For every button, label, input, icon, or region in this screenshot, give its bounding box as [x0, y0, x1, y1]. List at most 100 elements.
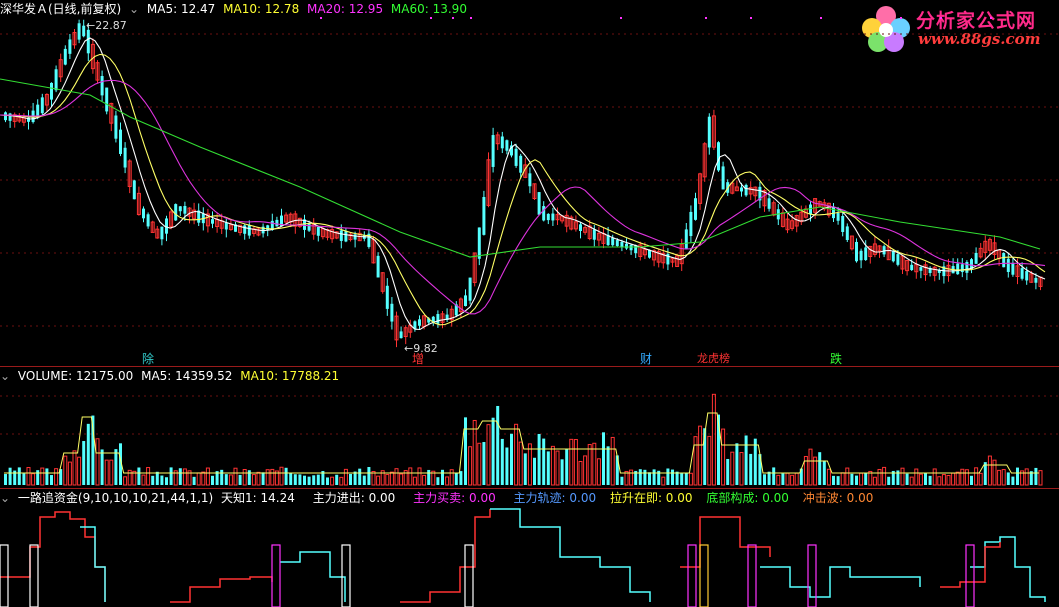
candle: [841, 216, 845, 232]
candle: [740, 187, 743, 192]
candle: [482, 196, 486, 235]
volume-header: ⌄ VOLUME: 12175.00 MA5: 14359.52 MA10: 1…: [0, 368, 343, 384]
candle: [390, 303, 394, 322]
signal-marker: [29, 544, 39, 607]
volume-chart[interactable]: [0, 383, 1059, 488]
volume-bar: [978, 472, 983, 486]
volume-bar: [40, 467, 45, 486]
signal-marker: [271, 544, 281, 607]
volume-bar: [265, 469, 270, 486]
volume-bar: [836, 476, 840, 485]
volume-bar: [155, 471, 159, 485]
ma10-label: MA10: 12.78: [223, 2, 300, 16]
event-marker[interactable]: 增: [412, 352, 424, 366]
volume-bar: [82, 441, 86, 485]
volume-bar: [542, 438, 546, 485]
volume-bar: [794, 472, 799, 486]
signal-dot: [900, 17, 902, 19]
volume-bar: [772, 467, 776, 485]
volume-bar: [859, 472, 864, 486]
volume-bar: [67, 461, 72, 486]
volume-bar: [550, 445, 555, 486]
volume-bar: [141, 474, 146, 486]
volume-bar: [688, 472, 693, 486]
candle: [247, 225, 251, 236]
volume-bar: [228, 474, 233, 486]
stock-title: 深华发Ａ(日线,前复权): [0, 2, 122, 16]
volume-bar: [412, 476, 417, 486]
volume-bar: [707, 435, 712, 486]
candle: [86, 29, 90, 54]
volume-bar: [114, 449, 118, 485]
volume-bar: [711, 393, 716, 486]
candle: [910, 264, 914, 271]
indicator-line: [940, 542, 1001, 588]
indicator-header: ⌄ 一路追资金(9,10,10,10,21,44,1,1) 天知1: 14.24…: [0, 490, 877, 506]
volume-bar: [855, 475, 858, 485]
volume-bar: [4, 474, 7, 485]
volume-bar: [877, 468, 882, 486]
volume-bar: [289, 473, 293, 485]
candle: [224, 222, 228, 230]
volume-bar: [303, 475, 306, 485]
signal-dot: [750, 17, 752, 19]
event-marker[interactable]: 跌: [830, 352, 842, 366]
volume-bar: [900, 467, 905, 486]
volume-bar: [279, 466, 284, 486]
volume-bar: [970, 475, 973, 485]
volume-bar: [316, 474, 320, 485]
price-chart[interactable]: [0, 17, 1059, 367]
collapse-icon[interactable]: ⌄: [0, 369, 10, 383]
candle: [717, 142, 720, 171]
ma10-line: [0, 53, 1046, 326]
volume-ma5: MA5: 14359.52: [141, 369, 233, 383]
volume-bar: [385, 473, 390, 486]
event-marker[interactable]: 财: [640, 352, 652, 366]
volume-bar: [1006, 472, 1010, 485]
indicator-line: [170, 576, 273, 603]
volume-bar: [514, 423, 519, 486]
candle: [477, 227, 481, 259]
event-marker[interactable]: 除: [142, 352, 154, 366]
volume-bar: [652, 469, 656, 485]
volume-bar: [500, 438, 504, 485]
volume-bar: [629, 469, 634, 486]
candle: [1020, 268, 1024, 279]
volume-bar: [730, 451, 735, 486]
volume-bar: [1001, 469, 1006, 486]
volume-bar: [196, 472, 201, 486]
collapse-icon[interactable]: ⌄: [129, 2, 139, 16]
volume-bar: [937, 476, 942, 486]
candle: [54, 69, 58, 91]
candle: [1011, 262, 1015, 275]
volume-bar: [523, 453, 527, 485]
indicator-line: [760, 566, 921, 598]
panel-divider: [0, 366, 1059, 367]
volume-bar: [1034, 467, 1038, 485]
event-marker[interactable]: 龙虎榜: [697, 352, 730, 366]
volume-bar: [362, 475, 366, 485]
volume-bar: [983, 462, 987, 485]
volume-ma10: MA10: 17788.21: [240, 369, 340, 383]
signal-dot: [940, 17, 942, 19]
volume-bar: [726, 458, 730, 485]
volume-bar: [537, 433, 541, 485]
volume-bar: [739, 452, 744, 486]
volume-bar: [527, 443, 532, 486]
collapse-icon[interactable]: ⌄: [0, 491, 10, 505]
indicator-name: 一路追资金(9,10,10,10,21,44,1,1): [17, 491, 214, 505]
volume-bar: [77, 456, 82, 486]
volume-bar: [247, 470, 251, 485]
candle: [123, 147, 127, 168]
candle: [965, 261, 969, 273]
candle: [344, 231, 348, 242]
candle: [974, 252, 978, 264]
indicator-chart[interactable]: [0, 507, 1059, 607]
volume-bar: [928, 475, 932, 485]
volume-bar: [698, 425, 703, 486]
volume-bar: [307, 476, 311, 485]
volume-bar: [518, 441, 523, 486]
volume-bar: [45, 468, 49, 485]
candle: [178, 206, 182, 212]
volume-bar: [242, 468, 247, 486]
